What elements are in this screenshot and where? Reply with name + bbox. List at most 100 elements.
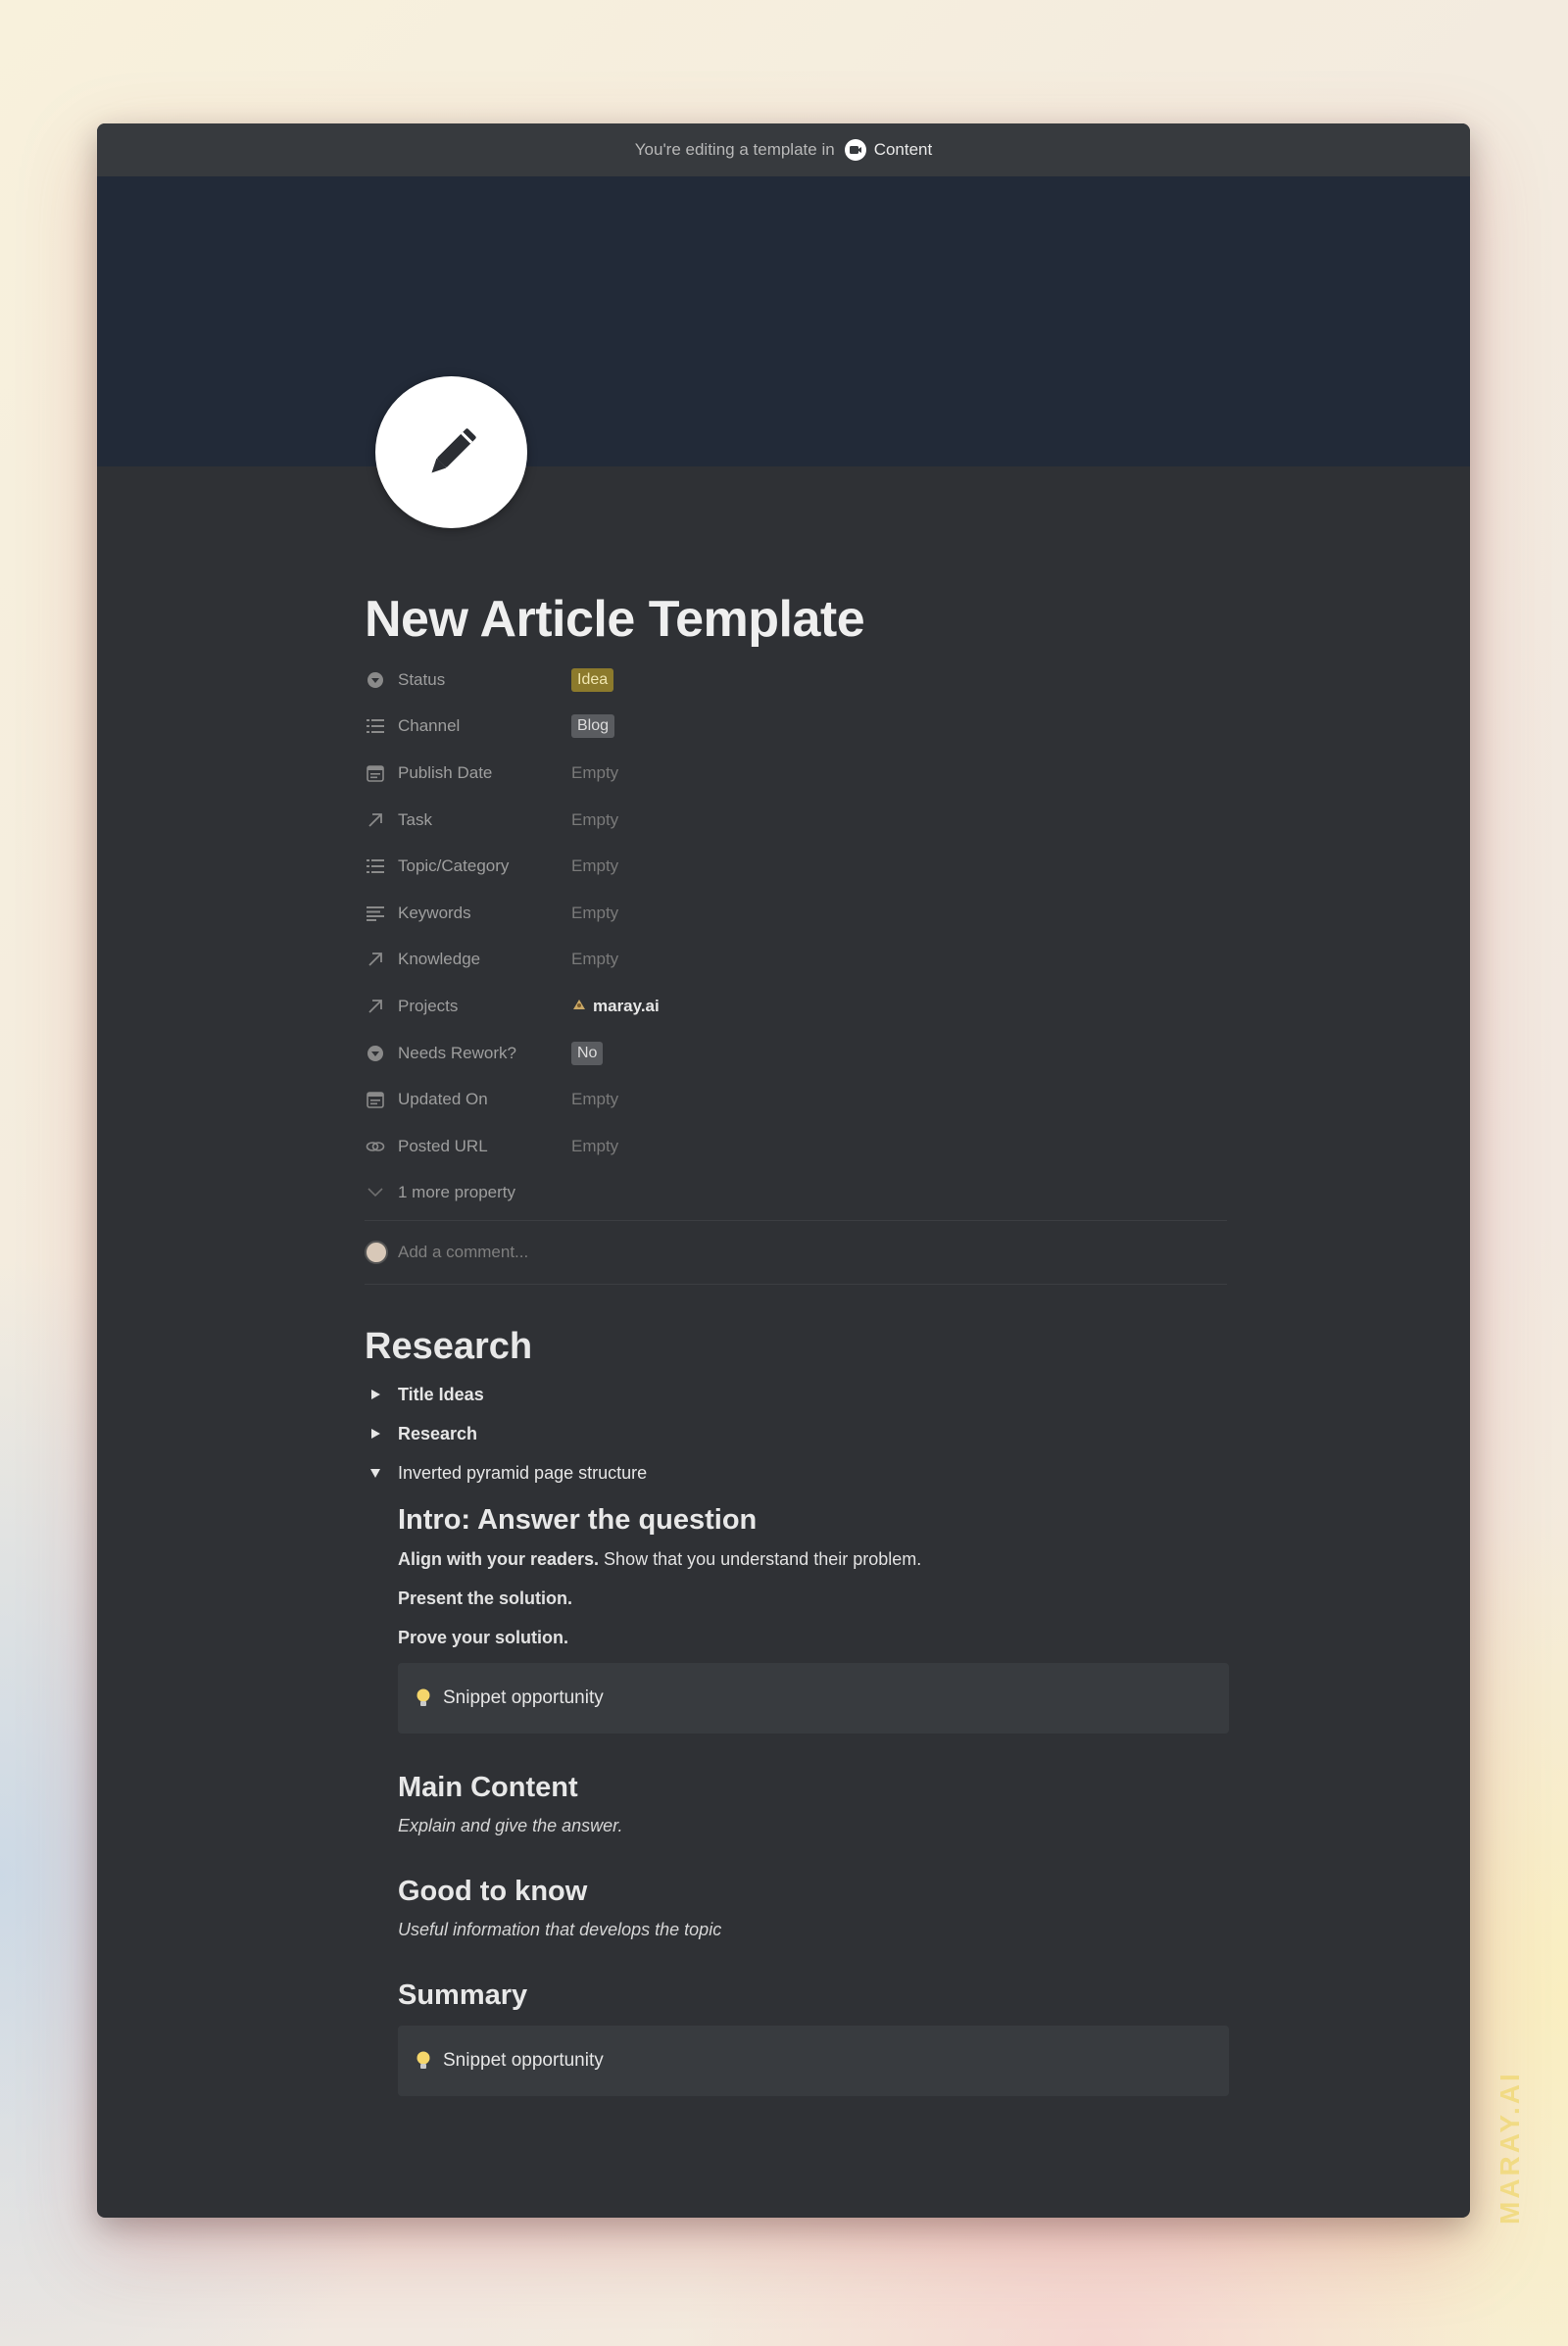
workspace-link[interactable]: Content [874, 140, 933, 160]
bold-text: Present the solution. [398, 1588, 573, 1609]
property-label: Channel [398, 716, 461, 736]
property-updated-on[interactable]: Updated On Empty [365, 1076, 1227, 1123]
empty-value: Empty [571, 762, 619, 782]
property-label: Task [398, 809, 432, 829]
bold-text: Align with your readers. [398, 1549, 600, 1570]
property-value[interactable]: Empty [571, 950, 618, 969]
property-knowledge[interactable]: Knowledge Empty [365, 937, 1227, 984]
property-label: Projects [398, 996, 459, 1015]
workspace-icon [844, 139, 866, 161]
more-property-label: 1 more property [398, 1183, 515, 1202]
property-keywords[interactable]: Keywords Empty [365, 890, 1227, 937]
comment-placeholder: Add a comment... [398, 1243, 529, 1262]
empty-value: Empty [571, 1136, 619, 1155]
tag-badge: Blog [571, 714, 615, 739]
divider [365, 1284, 1227, 1286]
page-icon-pencil-icon[interactable] [375, 376, 527, 528]
watermark: MARAY.AI [1494, 2071, 1525, 2224]
paragraph-align: Align with your readers. Show that you u… [398, 1540, 1227, 1579]
template-window: You're editing a template in Content New… [97, 123, 1470, 2218]
heading-summary: Summary [398, 1979, 528, 2012]
property-projects[interactable]: Projects maray.ai [365, 983, 1227, 1030]
relation-arrow-icon [365, 809, 386, 831]
paragraph-good: Useful information that develops the top… [398, 1920, 722, 1940]
property-topic-category[interactable]: Topic/Category Empty [365, 843, 1227, 890]
relation-label: maray.ai [593, 996, 660, 1015]
callout-text: Snippet opportunity [443, 1687, 604, 1709]
toggle-inverted-pyramid[interactable]: Inverted pyramid page structure [365, 1453, 1227, 1492]
property-value[interactable]: Blog [571, 714, 615, 739]
property-value[interactable]: maray.ai [571, 997, 660, 1016]
property-publish-date[interactable]: Publish Date Empty [365, 750, 1227, 797]
page-title[interactable]: New Article Template [365, 584, 1227, 655]
property-name[interactable]: Posted URL [365, 1136, 571, 1157]
triangle-right-icon[interactable] [365, 1384, 386, 1405]
triangle-down-icon[interactable] [365, 1462, 386, 1484]
property-channel[interactable]: Channel Blog [365, 704, 1227, 751]
property-status[interactable]: Status Idea [365, 657, 1227, 704]
paragraph-main: Explain and give the answer. [398, 1816, 623, 1836]
property-label: Topic/Category [398, 856, 510, 876]
property-value[interactable]: No [571, 1041, 604, 1065]
toggle-label: Research [398, 1423, 478, 1443]
toggle-content: Intro: Answer the question Align with yo… [398, 1500, 1229, 2097]
property-value[interactable]: Empty [571, 810, 618, 830]
property-label: Knowledge [398, 950, 481, 969]
property-name[interactable]: Needs Rework? [365, 1043, 571, 1064]
property-value[interactable]: Idea [571, 667, 614, 692]
property-label: Publish Date [398, 762, 493, 782]
list-icon [365, 715, 386, 737]
comment-input[interactable]: Add a comment... [365, 1221, 1227, 1284]
property-value[interactable]: Empty [571, 856, 618, 876]
property-name[interactable]: Channel [365, 715, 571, 737]
property-value[interactable]: Empty [571, 1090, 618, 1109]
property-name[interactable]: Publish Date [365, 762, 571, 784]
lightbulb-icon [416, 1687, 431, 1709]
relation-arrow-icon [365, 949, 386, 970]
empty-value: Empty [571, 1090, 619, 1109]
list-icon [365, 855, 386, 877]
property-name[interactable]: Projects [365, 996, 571, 1017]
property-value[interactable]: Empty [571, 1137, 618, 1156]
property-value[interactable]: Empty [571, 763, 618, 783]
text-icon [365, 903, 386, 924]
empty-value: Empty [571, 809, 619, 829]
relation-link[interactable]: maray.ai [571, 997, 660, 1016]
property-posted-url[interactable]: Posted URL Empty [365, 1123, 1227, 1170]
paragraph-prove: Prove your solution. [398, 1618, 1227, 1657]
property-label: Status [398, 669, 446, 689]
bold-text: Prove your solution. [398, 1628, 569, 1648]
more-properties-toggle[interactable]: 1 more property [365, 1170, 1227, 1217]
lightbulb-icon [416, 2050, 431, 2072]
triangle-right-icon[interactable] [365, 1423, 386, 1444]
property-label: Needs Rework? [398, 1043, 516, 1062]
toggle-label: Title Ideas [398, 1384, 484, 1404]
callout-snippet-summary[interactable]: Snippet opportunity [398, 2026, 1229, 2097]
heading-good-to-know: Good to know [398, 1876, 588, 1908]
banner-text: You're editing a template in [634, 140, 835, 159]
property-name[interactable]: Status [365, 669, 571, 691]
calendar-icon [365, 762, 386, 784]
property-name[interactable]: Updated On [365, 1089, 571, 1110]
link-icon [365, 1136, 386, 1157]
callout-snippet[interactable]: Snippet opportunity [398, 1663, 1229, 1735]
property-name[interactable]: Task [365, 809, 571, 831]
property-name[interactable]: Knowledge [365, 949, 571, 970]
property-name[interactable]: Topic/Category [365, 855, 571, 877]
toggle-title-ideas[interactable]: Title Ideas [365, 1375, 1227, 1414]
tag-badge: No [571, 1041, 604, 1065]
property-label: Posted URL [398, 1136, 488, 1155]
empty-value: Empty [571, 903, 619, 922]
properties-list: Status Idea Channel Blog Publish Date Empty Ta… [365, 657, 1227, 1170]
property-task[interactable]: Task Empty [365, 797, 1227, 844]
toggle-label: Inverted pyramid page structure [398, 1462, 648, 1483]
toggle-research[interactable]: Research [365, 1414, 1227, 1453]
property-needs-rework[interactable]: Needs Rework? No [365, 1030, 1227, 1077]
status-icon [365, 1043, 386, 1064]
property-label: Keywords [398, 903, 471, 922]
page-cover[interactable] [97, 176, 1470, 466]
calendar-icon [365, 1089, 386, 1110]
section-heading-research: Research [365, 1326, 533, 1368]
property-name[interactable]: Keywords [365, 903, 571, 924]
property-value[interactable]: Empty [571, 904, 618, 923]
